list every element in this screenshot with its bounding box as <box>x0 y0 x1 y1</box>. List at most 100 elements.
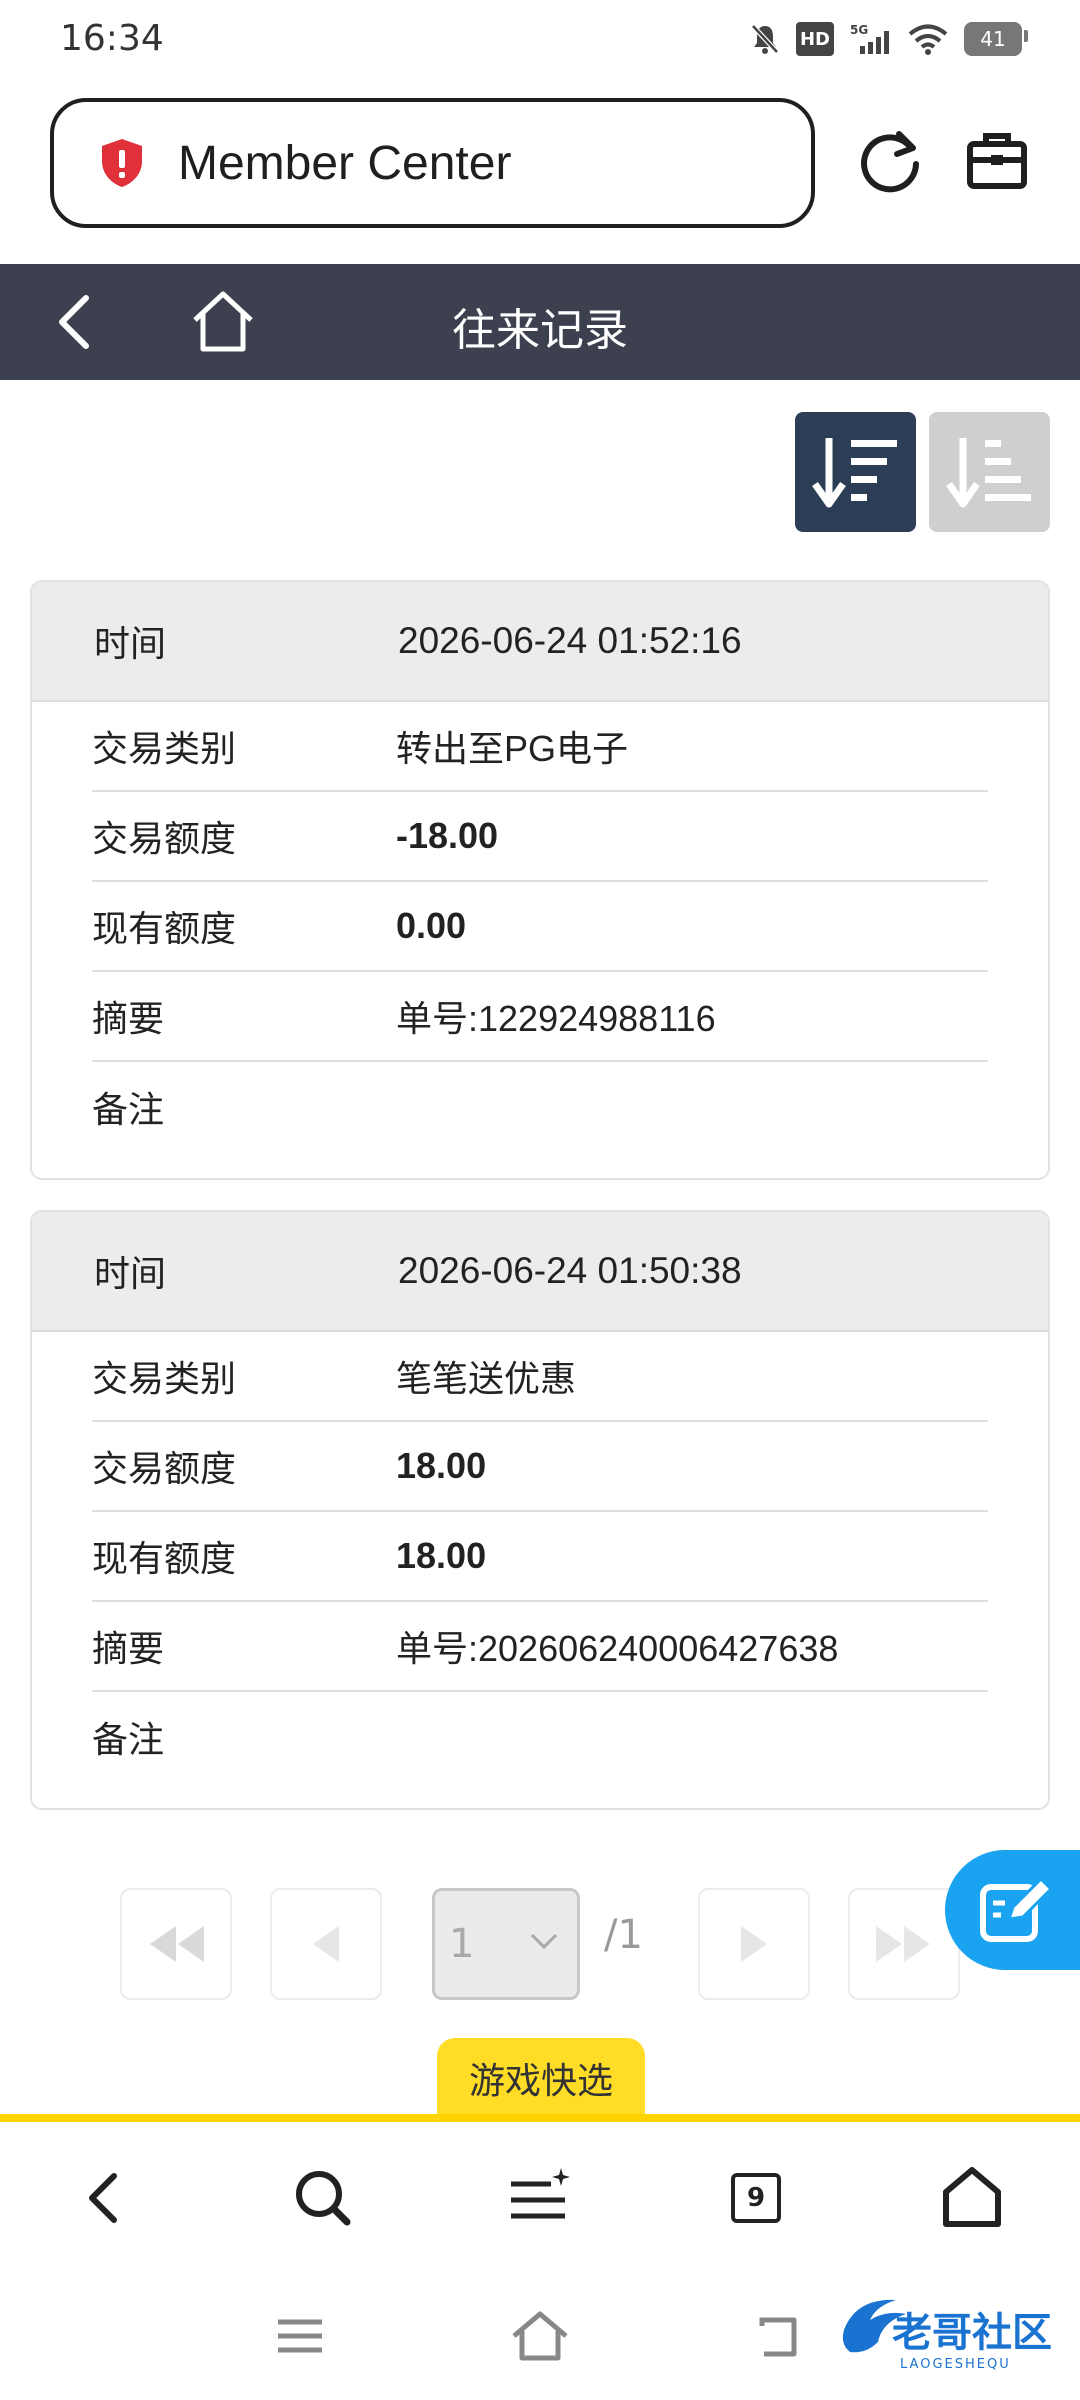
time-value: 2026-06-24 01:52:16 <box>398 620 742 661</box>
record-summary-row: 摘要 单号:202606240006427638 <box>92 1602 988 1692</box>
home-icon <box>943 2167 1001 2227</box>
arrow-left-icon <box>313 1926 339 1962</box>
note-label: 备注 <box>92 1090 165 1131</box>
menu-sparkle-icon <box>511 2168 570 2219</box>
address-bar[interactable]: Member Center <box>50 98 815 228</box>
browser-home-button[interactable] <box>936 2162 1008 2234</box>
status-icons: HD 5G 41 <box>750 22 1028 56</box>
total-pages: /1 <box>604 1912 643 1958</box>
record-type-row: 交易类别 转出至PG电子 <box>92 702 988 792</box>
accent-divider <box>0 2114 1080 2122</box>
page-title: 往来记录 <box>452 305 628 356</box>
browser-back-button[interactable] <box>70 2162 142 2234</box>
address-text: Member Center <box>178 136 512 190</box>
briefcase-icon <box>967 133 1027 189</box>
chevron-down-icon <box>530 1933 558 1950</box>
double-arrow-right-icon <box>876 1926 930 1962</box>
balance-label: 现有额度 <box>92 909 237 950</box>
record-note-row: 备注 <box>92 1062 988 1152</box>
time-label: 时间 <box>94 1254 167 1295</box>
time-value: 2026-06-24 01:50:38 <box>398 1250 742 1291</box>
bell-muted-icon <box>750 22 780 56</box>
type-label: 交易类别 <box>92 729 237 770</box>
record-summary-row: 摘要 单号:122924988116 <box>92 972 988 1062</box>
amount-label: 交易额度 <box>92 1449 237 1490</box>
summary-value: 单号:122924988116 <box>396 998 716 1039</box>
back-button[interactable] <box>48 292 108 352</box>
search-icon <box>296 2171 351 2226</box>
last-page-button[interactable] <box>848 1888 960 2000</box>
signal-icon: 5G <box>850 22 892 56</box>
battery-icon: 41 <box>964 22 1028 56</box>
time-label: 时间 <box>94 624 167 665</box>
chevron-left-icon <box>59 295 89 349</box>
record-card: 时间 2026-06-24 01:52:16 交易类别 转出至PG电子 交易额度… <box>30 580 1050 1180</box>
double-arrow-left-icon <box>150 1926 204 1962</box>
toolbox-button[interactable] <box>962 126 1032 196</box>
browser-toolbar: 9 <box>0 2122 1080 2278</box>
refresh-button[interactable] <box>855 126 925 196</box>
sort-descending-button[interactable] <box>795 412 916 532</box>
record-time-row: 时间 2026-06-24 01:52:16 <box>32 582 1048 702</box>
first-page-button[interactable] <box>120 1888 232 2000</box>
type-label: 交易类别 <box>92 1359 237 1400</box>
game-quick-select-tab[interactable]: 游戏快选 <box>437 2038 645 2118</box>
browser-menu-button[interactable] <box>503 2162 575 2234</box>
summary-value: 单号:202606240006427638 <box>396 1628 839 1669</box>
browser-tabs-button[interactable]: 9 <box>720 2162 792 2234</box>
balance-value: 18.00 <box>396 1535 487 1576</box>
system-recents-button[interactable] <box>270 2306 330 2366</box>
amount-value: 18.00 <box>396 1445 487 1486</box>
balance-value: 0.00 <box>396 905 467 946</box>
refresh-icon <box>861 131 919 193</box>
type-value: 笔笔送优惠 <box>396 1358 577 1399</box>
watermark-text: 老哥社区 <box>892 2310 1052 2356</box>
next-page-button[interactable] <box>698 1888 810 2000</box>
home-icon <box>193 291 253 352</box>
hd-icon: HD <box>795 22 834 56</box>
page-header: 往来记录 <box>0 264 1080 380</box>
summary-label: 摘要 <box>92 1629 165 1670</box>
chevron-left-icon <box>89 2173 117 2223</box>
browser-search-button[interactable] <box>287 2162 359 2234</box>
tabs-count-icon: 9 <box>731 2173 781 2223</box>
wifi-icon <box>908 22 948 56</box>
back-arrow-icon <box>759 2317 797 2357</box>
browser-bar: Member Center <box>0 90 1080 240</box>
balance-label: 现有额度 <box>92 1539 237 1580</box>
arrow-right-icon <box>741 1926 767 1962</box>
previous-page-button[interactable] <box>270 1888 382 2000</box>
record-time-row: 时间 2026-06-24 01:50:38 <box>32 1212 1048 1332</box>
summary-label: 摘要 <box>92 999 165 1040</box>
sort-ascending-button[interactable] <box>929 412 1050 532</box>
home-button[interactable] <box>190 288 256 354</box>
home-icon <box>512 2311 568 2361</box>
shield-icon <box>102 139 142 187</box>
status-bar: 16:34 HD 5G 41 <box>0 0 1080 82</box>
menu-icon <box>278 2319 322 2353</box>
amount-value: -18.00 <box>396 815 499 856</box>
type-value: 转出至PG电子 <box>396 728 629 769</box>
record-note-row: 备注 <box>92 1692 988 1782</box>
page-select[interactable]: 1 <box>432 1888 580 2000</box>
record-amount-row: 交易额度 18.00 <box>92 1422 988 1512</box>
record-balance-row: 现有额度 18.00 <box>92 1512 988 1602</box>
current-page: 1 <box>449 1921 475 1967</box>
watermark-logo: 老哥社区 LAOGESHEQU <box>842 2299 1052 2372</box>
system-back-button[interactable] <box>752 2306 812 2366</box>
edit-floating-button[interactable] <box>945 1850 1080 1970</box>
sort-ascending-icon <box>945 438 1031 508</box>
record-card: 时间 2026-06-24 01:50:38 交易类别 笔笔送优惠 交易额度 1… <box>30 1210 1050 1810</box>
system-home-button[interactable] <box>510 2306 570 2366</box>
svg-text:5G: 5G <box>850 23 868 37</box>
watermark-subtext: LAOGESHEQU <box>900 2357 1011 2372</box>
sort-descending-icon <box>811 438 897 508</box>
record-balance-row: 现有额度 0.00 <box>92 882 988 972</box>
note-label: 备注 <box>92 1720 165 1761</box>
system-nav-bar: 老哥社区 LAOGESHEQU <box>0 2278 1080 2400</box>
status-time: 16:34 <box>60 18 164 59</box>
record-amount-row: 交易额度 -18.00 <box>92 792 988 882</box>
amount-label: 交易额度 <box>92 819 237 860</box>
edit-icon <box>980 1876 1054 1942</box>
record-type-row: 交易类别 笔笔送优惠 <box>92 1332 988 1422</box>
